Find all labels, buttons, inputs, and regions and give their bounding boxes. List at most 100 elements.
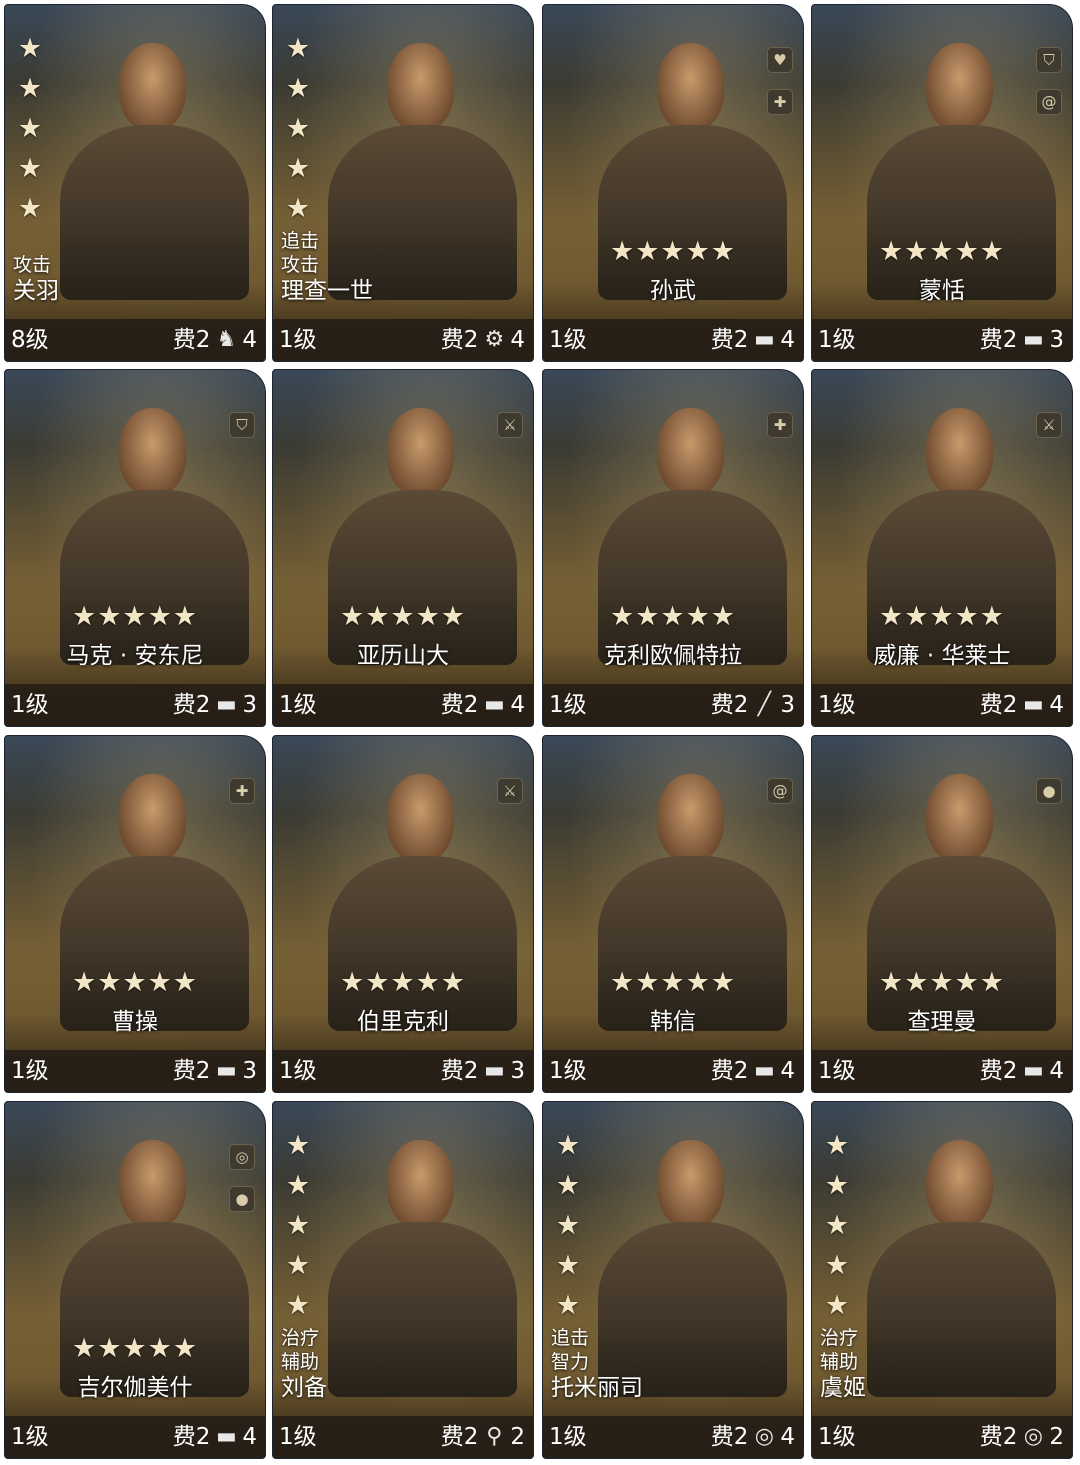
portrait-head [925,773,994,862]
hero-cost: 费2 ▬ 3 [173,1056,257,1086]
cost-label: 费 [440,327,464,353]
hero-level: 8级 [11,327,49,353]
unit-count: 2 [510,1424,525,1450]
hero-level: 1级 [279,1424,317,1450]
hero-level: 1级 [818,327,856,353]
hero-name: 吉尔伽美什 [77,1375,193,1401]
unit-count: 4 [510,692,525,718]
hero-card[interactable]: ★★★★★ 亚历山大 ⚔ 1级 费2 ▬ 4 [272,369,534,727]
target-icon: ◎ [1023,1424,1043,1449]
hero-card[interactable]: ★★★★★ 韩信 @1级 费2 ▬ 4 [542,735,804,1093]
hero-card[interactable]: ★★★★★ 克利欧佩特拉 ✚ 1级 费2 ╱ 3 [542,369,804,727]
star-rating: ★★★★★ [609,967,737,998]
hero-name: 托米丽司 [551,1375,643,1401]
horse-icon: ♞ [216,327,237,352]
cost-label: 费 [172,692,196,718]
star-rating: ★★★★★ [17,33,43,224]
star-rating: ★★★★★ [71,967,199,998]
hero-level: 1级 [11,692,49,718]
hero-card-grid: ★ ★ ★ ★ ★ 攻击 关羽 8级 费2 ♞ 4 ★ ★ ★ ★ ★ 追击 攻击 理查一世 1级 费2 ⚙ 4 ★★★★★ 孙… [0,0,1080,1465]
cost-label: 费 [440,1058,464,1084]
hero-card[interactable]: ★★★★★ 曹操 ✚ 1级 费2 ▬ 3 [4,735,266,1093]
portrait-head [118,42,187,131]
hero-role: 攻击 [281,254,320,276]
portrait-head [925,42,994,131]
hero-card[interactable]: ★★★★★ 伯里克利 ⚔ 1级 费2 ▬ 3 [272,735,534,1093]
hero-name: 查理曼 [907,1009,977,1035]
cost-value: 2 [195,327,211,353]
tank-icon: ▬ [483,692,505,717]
hero-level: 1级 [279,1058,317,1084]
portrait-head [386,1139,455,1228]
spiral-icon: @ [767,778,793,804]
hero-name: 伯里克利 [357,1009,449,1035]
tank-icon: ▬ [1022,692,1044,717]
cost-label: 费 [172,1424,196,1450]
hero-labels: 追击 智力 托米丽司 [551,1326,643,1402]
hero-labels: 追击 攻击 理查一世 [281,229,373,305]
hero-card[interactable]: ★ ★ ★ ★ ★ 治疗 辅助 虞姬 1级 费2 ◎ 2 [811,1101,1073,1459]
hero-name: 克利欧佩特拉 [604,643,742,669]
hero-card[interactable]: ★★★★★ 马克 · 安东尼 ⛉ 1级 费2 ▬ 3 [4,369,266,727]
portrait-head [386,407,455,496]
brain-icon: ● [1036,778,1062,804]
hero-name: 蒙恬 [919,278,965,304]
hero-level: 1级 [549,327,587,353]
target-icon: ◎ [754,1424,774,1449]
hero-cost: 费2 ▬ 4 [711,1056,795,1086]
hero-name: 虞姬 [820,1375,866,1401]
card-footer: 1级 费2 ◎ 4 [543,1416,803,1458]
hero-name: 马克 · 安东尼 [66,643,204,669]
hero-card[interactable]: ★★★★★ 威廉 · 华莱士 ⚔ 1级 费2 ▬ 4 [811,369,1073,727]
shield-icon: ⛉ [229,412,255,438]
hero-role: 攻击 [13,254,52,276]
unit-count: 2 [1049,1424,1064,1450]
unit-count: 4 [510,327,525,353]
brain-icon: ● [229,1186,255,1212]
hero-card[interactable]: ★★★★★ 吉尔伽美什 ◎ ● 1级 费2 ▬ 4 [4,1101,266,1459]
hero-cost: 费2 ◎ 2 [980,1422,1064,1452]
tank-icon: ▬ [753,1058,775,1083]
unit-count: 4 [1049,1058,1064,1084]
cost-value: 2 [733,692,749,718]
hero-role: 追击 [551,1327,590,1349]
hero-role: 辅助 [281,1351,320,1373]
hero-card[interactable]: ★ ★ ★ ★ ★ 追击 攻击 理查一世 1级 费2 ⚙ 4 [272,4,534,362]
card-footer: 1级 费2 ▬ 4 [812,684,1072,726]
hero-cost: 费2 ▬ 4 [441,690,525,720]
hero-level: 1级 [549,692,587,718]
star-rating: ★★★★★ [609,601,737,632]
hero-level: 1级 [11,1058,49,1084]
star-rating: ★★★★★ [71,1333,199,1364]
star-rating: ★★★★★ [339,601,467,632]
hero-card[interactable]: ★★★★★ 孙武 ♥ ✚ 1级 费2 ▬ 4 [542,4,804,362]
tank-icon: ▬ [1022,327,1044,352]
hero-card[interactable]: ★★★★★ 查理曼 ● 1级 费2 ▬ 4 [811,735,1073,1093]
hero-card[interactable]: ★ ★ ★ ★ ★ 追击 智力 托米丽司 1级 费2 ◎ 4 [542,1101,804,1459]
star-rating: ★★★★★ [824,1130,850,1321]
hero-role: 治疗 [281,1327,320,1349]
star-rating: ★★★★★ [878,236,1006,267]
portrait-head [118,773,187,862]
hero-card[interactable]: ★ ★ ★ ★ ★ 攻击 关羽 8级 费2 ♞ 4 [4,4,266,362]
hero-card[interactable]: ★ ★ ★ ★ ★ 治疗 辅助 刘备 1级 费2 ⚲ 2 [272,1101,534,1459]
hero-card[interactable]: ★★★★★ 蒙恬 ⛉ @1级 费2 ▬ 3 [811,4,1073,362]
cost-value: 2 [195,1058,211,1084]
star-rating: ★★★★★ [285,33,311,224]
hero-role: 治疗 [820,1327,859,1349]
cost-value: 2 [463,327,479,353]
hero-level: 1级 [11,1424,49,1450]
hero-labels: 治疗 辅助 虞姬 [820,1326,866,1402]
unit-count: 3 [510,1058,525,1084]
hero-cost: 费2 ▬ 4 [980,690,1064,720]
hero-level: 1级 [818,1424,856,1450]
card-footer: 1级 费2 ▬ 3 [5,1050,265,1092]
cost-label: 费 [440,692,464,718]
unit-count: 4 [242,327,257,353]
unit-count: 3 [242,1058,257,1084]
cost-value: 2 [195,692,211,718]
hero-role: 智力 [551,1351,590,1373]
cost-value: 2 [1002,1424,1018,1450]
unit-count: 4 [242,1424,257,1450]
star-rating: ★★★★★ [71,601,199,632]
